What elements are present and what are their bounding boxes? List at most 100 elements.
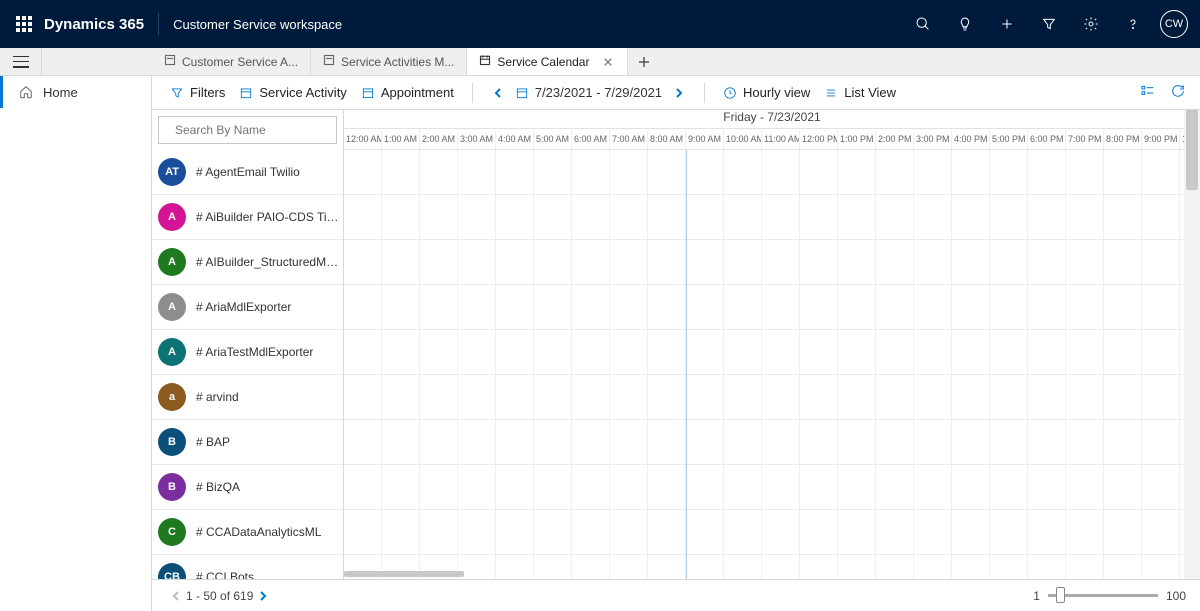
calendar-cell[interactable] — [610, 285, 648, 329]
settings-button[interactable] — [1070, 0, 1112, 48]
legend-button[interactable] — [1140, 83, 1156, 102]
calendar-cell[interactable] — [610, 510, 648, 554]
calendar-cell[interactable] — [876, 510, 914, 554]
calendar-cell[interactable] — [382, 465, 420, 509]
calendar-cell[interactable] — [1028, 150, 1066, 194]
calendar-cell[interactable] — [686, 375, 724, 419]
nav-home[interactable]: Home — [0, 76, 151, 108]
calendar-row[interactable] — [344, 150, 1200, 195]
calendar-cell[interactable] — [952, 465, 990, 509]
user-avatar[interactable]: CW — [1160, 10, 1188, 38]
calendar-cell[interactable] — [952, 240, 990, 284]
calendar-cell[interactable] — [1104, 240, 1142, 284]
calendar-cell[interactable] — [648, 285, 686, 329]
calendar-cell[interactable] — [534, 150, 572, 194]
calendar-cell[interactable] — [344, 510, 382, 554]
calendar-cell[interactable] — [610, 330, 648, 374]
calendar-cell[interactable] — [724, 510, 762, 554]
calendar-row[interactable] — [344, 510, 1200, 555]
calendar-cell[interactable] — [344, 240, 382, 284]
search-input[interactable] — [175, 123, 330, 137]
calendar-cell[interactable] — [496, 465, 534, 509]
calendar-cell[interactable] — [838, 195, 876, 239]
calendar-cell[interactable] — [496, 195, 534, 239]
resource-row[interactable]: B# BizQA — [152, 465, 343, 510]
calendar-cell[interactable] — [838, 375, 876, 419]
calendar-cell[interactable] — [876, 330, 914, 374]
calendar-cell[interactable] — [990, 285, 1028, 329]
calendar-cell[interactable] — [1104, 285, 1142, 329]
calendar-cell[interactable] — [382, 375, 420, 419]
scrollbar-thumb[interactable] — [344, 571, 464, 577]
next-period-button[interactable] — [668, 82, 690, 104]
prev-period-button[interactable] — [487, 82, 509, 104]
calendar-cell[interactable] — [838, 420, 876, 464]
calendar-cell[interactable] — [610, 420, 648, 464]
calendar-cell[interactable] — [496, 375, 534, 419]
calendar-cell[interactable] — [800, 195, 838, 239]
calendar-cell[interactable] — [648, 465, 686, 509]
calendar-cell[interactable] — [572, 510, 610, 554]
calendar-cell[interactable] — [686, 285, 724, 329]
calendar-cell[interactable] — [686, 510, 724, 554]
calendar-cell[interactable] — [572, 375, 610, 419]
calendar-row[interactable] — [344, 195, 1200, 240]
calendar-cell[interactable] — [876, 195, 914, 239]
calendar-cell[interactable] — [1028, 375, 1066, 419]
calendar-cell[interactable] — [610, 465, 648, 509]
calendar-cell[interactable] — [914, 420, 952, 464]
calendar-cell[interactable] — [838, 330, 876, 374]
calendar-cell[interactable] — [496, 285, 534, 329]
calendar-cell[interactable] — [686, 195, 724, 239]
calendar-cell[interactable] — [458, 150, 496, 194]
calendar-cell[interactable] — [382, 285, 420, 329]
calendar-cell[interactable] — [838, 510, 876, 554]
calendar-cell[interactable] — [420, 375, 458, 419]
calendar-cell[interactable] — [914, 330, 952, 374]
calendar-cell[interactable] — [572, 465, 610, 509]
calendar-row[interactable] — [344, 330, 1200, 375]
calendar-cell[interactable] — [1142, 240, 1180, 284]
resource-row[interactable]: A# AiBuilder PAIO-CDS Tip NonProd — [152, 195, 343, 240]
calendar-cell[interactable] — [458, 510, 496, 554]
vertical-scrollbar[interactable] — [1184, 110, 1200, 579]
help-button[interactable] — [1112, 0, 1154, 48]
calendar-cell[interactable] — [1028, 240, 1066, 284]
calendar-cell[interactable] — [800, 150, 838, 194]
calendar-cell[interactable] — [1142, 195, 1180, 239]
calendar-cell[interactable] — [990, 465, 1028, 509]
calendar-cell[interactable] — [1028, 195, 1066, 239]
calendar-cell[interactable] — [1066, 150, 1104, 194]
calendar-cell[interactable] — [876, 285, 914, 329]
calendar-cell[interactable] — [458, 240, 496, 284]
calendar-cell[interactable] — [420, 195, 458, 239]
calendar-cell[interactable] — [534, 195, 572, 239]
app-launcher-button[interactable] — [8, 16, 40, 32]
tab-service-activities[interactable]: Service Activities M... — [311, 48, 467, 75]
calendar-cell[interactable] — [382, 240, 420, 284]
calendar-cell[interactable] — [382, 420, 420, 464]
add-button[interactable] — [986, 0, 1028, 48]
calendar-cell[interactable] — [914, 240, 952, 284]
resource-row[interactable]: A# AriaMdlExporter — [152, 285, 343, 330]
calendar-cell[interactable] — [686, 150, 724, 194]
calendar-cell[interactable] — [952, 420, 990, 464]
calendar-cell[interactable] — [1066, 510, 1104, 554]
calendar-cell[interactable] — [1066, 285, 1104, 329]
calendar-cell[interactable] — [952, 195, 990, 239]
calendar-cell[interactable] — [724, 375, 762, 419]
calendar-cell[interactable] — [572, 330, 610, 374]
calendar-cell[interactable] — [724, 195, 762, 239]
calendar-cell[interactable] — [990, 510, 1028, 554]
calendar-cell[interactable] — [648, 510, 686, 554]
service-activity-button[interactable]: Service Activity — [235, 82, 350, 103]
calendar-cell[interactable] — [420, 510, 458, 554]
calendar-cell[interactable] — [1028, 510, 1066, 554]
calendar-cell[interactable] — [686, 240, 724, 284]
list-view-button[interactable]: List View — [820, 82, 900, 103]
calendar-cell[interactable] — [420, 150, 458, 194]
calendar-cell[interactable] — [572, 195, 610, 239]
calendar-cell[interactable] — [572, 240, 610, 284]
calendar-row[interactable] — [344, 285, 1200, 330]
calendar-cell[interactable] — [1104, 465, 1142, 509]
